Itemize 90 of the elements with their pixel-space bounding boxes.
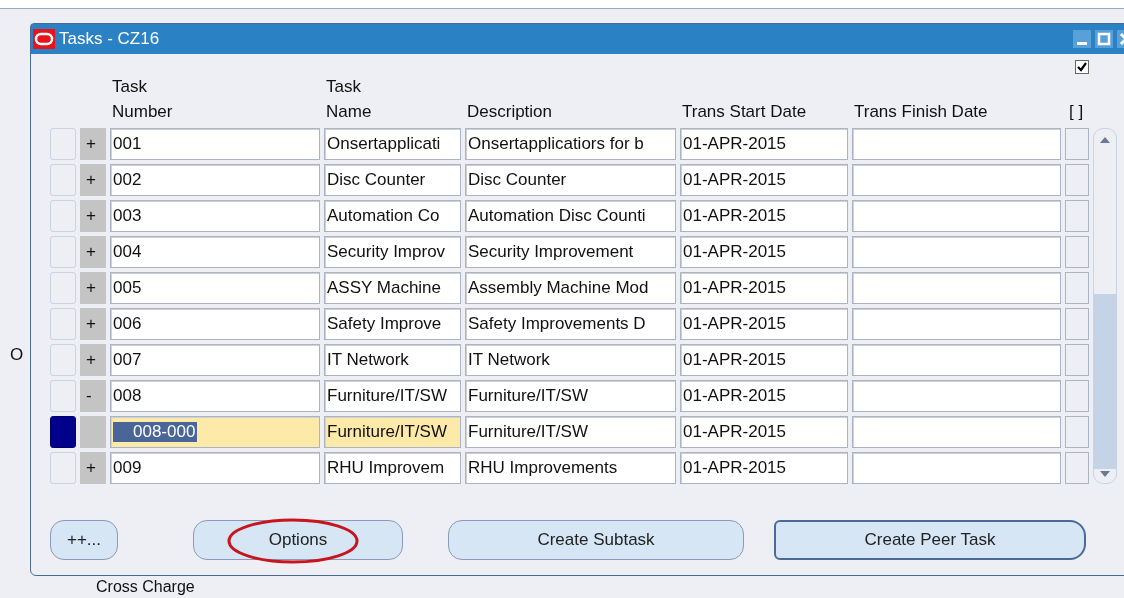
column-header: [ ] bbox=[1068, 101, 1085, 123]
finish-date-field[interactable] bbox=[852, 200, 1061, 232]
description-field[interactable]: Security Improvement bbox=[465, 236, 676, 268]
task-name-field[interactable]: Furniture/IT/SW bbox=[324, 416, 461, 448]
expand-toggle[interactable] bbox=[80, 416, 106, 448]
background-label: Cross Charge bbox=[96, 577, 195, 596]
task-number-field[interactable]: 001 bbox=[110, 128, 320, 160]
finish-date-field[interactable] bbox=[852, 164, 1061, 196]
task-number-field[interactable]: 004 bbox=[110, 236, 320, 268]
maximize-icon[interactable] bbox=[1095, 30, 1113, 48]
task-name-field[interactable]: Furniture/IT/SW bbox=[324, 380, 461, 412]
description-field[interactable]: IT Network bbox=[465, 344, 676, 376]
flex-field[interactable] bbox=[1065, 200, 1089, 232]
task-name-field[interactable]: Automation Co bbox=[324, 200, 461, 232]
finish-date-field[interactable] bbox=[852, 236, 1061, 268]
start-date-field[interactable]: 01-APR-2015 bbox=[680, 164, 848, 196]
task-name-field[interactable]: IT Network bbox=[324, 344, 461, 376]
flex-field[interactable] bbox=[1065, 344, 1089, 376]
expand-toggle[interactable]: + bbox=[80, 272, 106, 304]
task-name-field[interactable]: Safety Improve bbox=[324, 308, 461, 340]
start-date-field[interactable]: 01-APR-2015 bbox=[680, 128, 848, 160]
description-field[interactable]: Onsertapplicatiors for b bbox=[465, 128, 676, 160]
task-number-field[interactable]: 002 bbox=[110, 164, 320, 196]
column-header: Description bbox=[466, 101, 554, 123]
expand-toggle[interactable]: + bbox=[80, 236, 106, 268]
start-date-field[interactable]: 01-APR-2015 bbox=[680, 344, 848, 376]
task-name-field[interactable]: Disc Counter bbox=[324, 164, 461, 196]
column-header: Trans Start Date bbox=[681, 101, 808, 123]
description-field[interactable]: Safety Improvements D bbox=[465, 308, 676, 340]
column-header: Task Name bbox=[325, 76, 373, 123]
window-title: Tasks - CZ16 bbox=[59, 29, 161, 49]
column-header: Trans Finish Date bbox=[853, 101, 989, 123]
task-number-field[interactable]: 003 bbox=[110, 200, 320, 232]
scrollbar[interactable] bbox=[1093, 128, 1117, 484]
action-button[interactable]: Create Subtask bbox=[448, 520, 744, 560]
flex-field[interactable] bbox=[1065, 272, 1089, 304]
flex-field[interactable] bbox=[1065, 416, 1089, 448]
task-number-field[interactable]: 008-000 bbox=[110, 416, 320, 448]
finish-date-field[interactable] bbox=[852, 380, 1061, 412]
flex-field[interactable] bbox=[1065, 380, 1089, 412]
task-number-field[interactable]: 008 bbox=[110, 380, 320, 412]
finish-date-field[interactable] bbox=[852, 272, 1061, 304]
expand-toggle[interactable]: + bbox=[80, 308, 106, 340]
expand-toggle[interactable]: - bbox=[80, 380, 106, 412]
record-indicator[interactable] bbox=[50, 416, 76, 448]
finish-date-field[interactable] bbox=[852, 452, 1061, 484]
start-date-field[interactable]: 01-APR-2015 bbox=[680, 272, 848, 304]
checkbox[interactable] bbox=[1075, 60, 1089, 74]
flex-field[interactable] bbox=[1065, 452, 1089, 484]
finish-date-field[interactable] bbox=[852, 308, 1061, 340]
finish-date-field[interactable] bbox=[852, 344, 1061, 376]
expand-toggle[interactable]: + bbox=[80, 452, 106, 484]
start-date-field[interactable]: 01-APR-2015 bbox=[680, 380, 848, 412]
task-name-field[interactable]: Onsertapplicati bbox=[324, 128, 461, 160]
scroll-up-icon[interactable] bbox=[1099, 135, 1111, 145]
flex-field[interactable] bbox=[1065, 308, 1089, 340]
expand-toggle[interactable]: + bbox=[80, 344, 106, 376]
description-field[interactable]: Disc Counter bbox=[465, 164, 676, 196]
flex-field[interactable] bbox=[1065, 128, 1089, 160]
description-field[interactable]: Furniture/IT/SW bbox=[465, 416, 676, 448]
minimize-icon[interactable] bbox=[1073, 30, 1091, 48]
start-date-field[interactable]: 01-APR-2015 bbox=[680, 416, 848, 448]
action-button[interactable]: Create Peer Task bbox=[774, 520, 1086, 560]
task-number-field[interactable]: 009 bbox=[110, 452, 320, 484]
start-date-field[interactable]: 01-APR-2015 bbox=[680, 308, 848, 340]
finish-date-field[interactable] bbox=[852, 128, 1061, 160]
action-button[interactable]: ++... bbox=[50, 520, 118, 560]
task-number-field[interactable]: 005 bbox=[110, 272, 320, 304]
scroll-thumb[interactable] bbox=[1094, 294, 1116, 469]
column-header: Task Number bbox=[111, 76, 174, 123]
start-date-field[interactable]: 01-APR-2015 bbox=[680, 236, 848, 268]
description-field[interactable]: Automation Disc Counti bbox=[465, 200, 676, 232]
task-number-field[interactable]: 007 bbox=[110, 344, 320, 376]
expand-toggle[interactable]: + bbox=[80, 164, 106, 196]
flex-field[interactable] bbox=[1065, 164, 1089, 196]
flex-field[interactable] bbox=[1065, 236, 1089, 268]
expand-toggle[interactable]: + bbox=[80, 128, 106, 160]
task-name-field[interactable]: Security Improv bbox=[324, 236, 461, 268]
description-field[interactable]: Furniture/IT/SW bbox=[465, 380, 676, 412]
app-logo-icon bbox=[33, 29, 55, 49]
task-name-field[interactable]: ASSY Machine bbox=[324, 272, 461, 304]
background-label: O bbox=[10, 345, 24, 365]
start-date-field[interactable]: 01-APR-2015 bbox=[680, 452, 848, 484]
task-number-field[interactable]: 006 bbox=[110, 308, 320, 340]
description-field[interactable]: RHU Improvements bbox=[465, 452, 676, 484]
description-field[interactable]: Assembly Machine Mod bbox=[465, 272, 676, 304]
start-date-field[interactable]: 01-APR-2015 bbox=[680, 200, 848, 232]
finish-date-field[interactable] bbox=[852, 416, 1061, 448]
task-name-field[interactable]: RHU Improvem bbox=[324, 452, 461, 484]
expand-toggle[interactable]: + bbox=[80, 200, 106, 232]
